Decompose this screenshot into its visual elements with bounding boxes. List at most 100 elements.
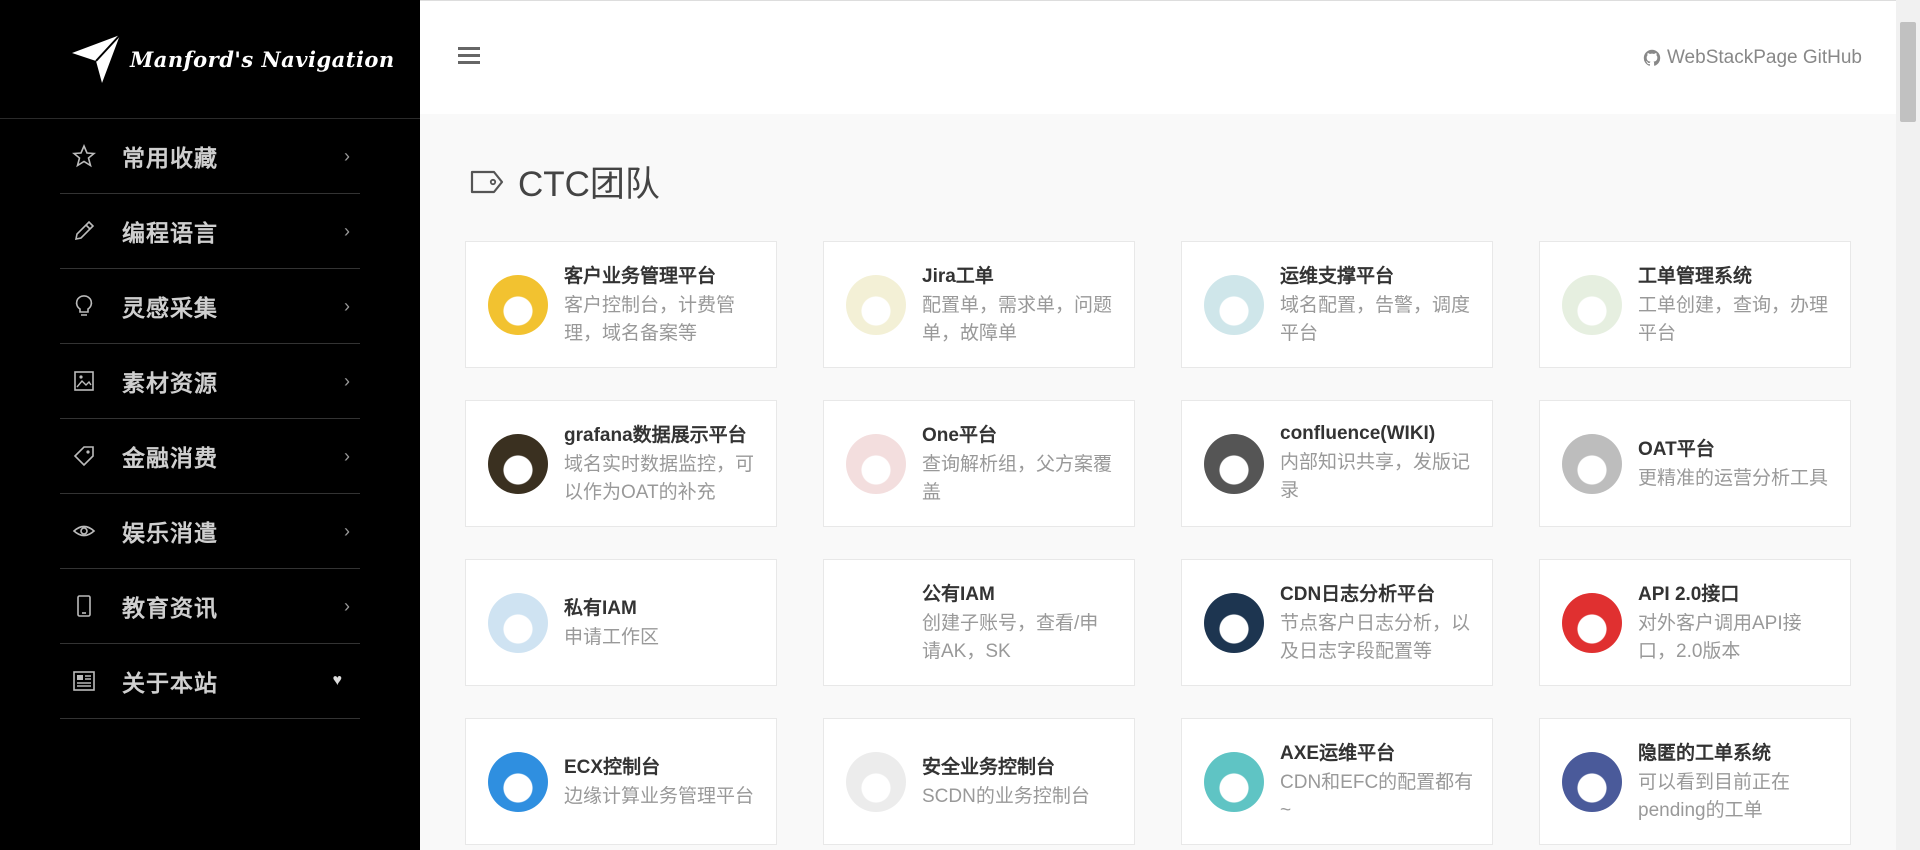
site-description: 对外客户调用API接口，2.0版本 xyxy=(1638,613,1802,662)
site-card[interactable]: 私有IAM 申请工作区 xyxy=(465,559,777,686)
site-avatar xyxy=(1204,592,1264,653)
chevron-right-icon: › xyxy=(344,145,350,166)
site-avatar xyxy=(1204,274,1264,335)
site-card[interactable]: 运维支撑平台域名配置，告警，调度平台 xyxy=(1181,241,1493,368)
top-header: WebStackPage GitHub xyxy=(420,0,1896,114)
sidebar-item-about[interactable]: 关于本站 ♥ xyxy=(60,644,360,719)
mobile-icon xyxy=(72,594,96,618)
github-link[interactable]: WebStackPage GitHub xyxy=(1643,47,1862,69)
site-description: 工单创建，查询，办理平台 xyxy=(1638,295,1829,344)
site-card[interactable]: 隐匿的工单系统 可以看到目前正在pending的工单 xyxy=(1539,718,1851,845)
site-card[interactable]: CDN日志分析平台 节点客户日志分析，以及日志字段配置等 xyxy=(1181,559,1493,686)
site-avatar xyxy=(1562,751,1622,812)
site-title: 工单管理系统 xyxy=(1638,266,1753,287)
sidebar-menu: 常用收藏 › 编程语言 › 灵感采集 › 素材资源 › 金融消费 › 娱乐消遣 … xyxy=(60,119,360,719)
site-card[interactable]: 工单管理系统工单创建，查询，办理平台 xyxy=(1539,241,1851,368)
logo-text: Manford's Navigation xyxy=(130,46,395,72)
sidebar-item-label: 素材资源 xyxy=(122,370,218,396)
site-title: 私有IAM xyxy=(564,598,637,619)
sidebar-item-favorites[interactable]: 常用收藏 › xyxy=(60,119,360,194)
tag-icon xyxy=(470,170,504,193)
site-description: 内部知识共享，发版记录 xyxy=(1280,451,1471,501)
site-avatar xyxy=(1204,433,1264,494)
site-description: 更精准的运营分析工具 xyxy=(1638,468,1829,489)
site-title: grafana数据展示平台 xyxy=(564,425,747,446)
site-card[interactable]: 安全业务控制台 SCDN的业务控制台 xyxy=(823,718,1135,845)
site-description: CDN和EFC的配置都有~ xyxy=(1280,772,1474,821)
site-description: 边缘计算业务管理平台 xyxy=(564,786,755,807)
site-card[interactable]: API 2.0接口对外客户调用API接口，2.0版本 xyxy=(1539,559,1851,686)
site-card[interactable]: ECX控制台边缘计算业务管理平台 xyxy=(465,718,777,845)
chevron-right-icon: › xyxy=(344,295,350,316)
site-card[interactable]: 客户业务管理平台客户控制台，计费管理，域名备案等 xyxy=(465,241,777,368)
hamburger-menu-icon[interactable] xyxy=(458,47,480,68)
logo[interactable]: Manford's Navigation xyxy=(0,0,420,119)
image-icon xyxy=(72,369,96,393)
chevron-right-icon: › xyxy=(344,595,350,616)
section-title: CTC团队 xyxy=(518,165,660,204)
site-description: 客户控制台，计费管理，域名备案等 xyxy=(564,295,736,344)
chevron-right-icon: › xyxy=(344,220,350,241)
chevron-right-icon: › xyxy=(344,445,350,466)
site-description: SCDN的业务控制台 xyxy=(922,786,1090,807)
lightbulb-icon xyxy=(72,294,96,318)
site-avatar xyxy=(846,274,906,335)
sidebar-item-education[interactable]: 教育资讯 › xyxy=(60,569,360,644)
site-title: OAT平台 xyxy=(1638,439,1715,460)
sidebar-item-label: 关于本站 xyxy=(122,670,218,696)
sidebar-item-label: 教育资讯 xyxy=(122,595,218,621)
chevron-right-icon: › xyxy=(344,520,350,541)
sidebar-item-label: 金融消费 xyxy=(122,445,218,471)
sidebar-item-inspiration[interactable]: 灵感采集 › xyxy=(60,269,360,344)
site-title: ECX控制台 xyxy=(564,757,661,778)
site-title: 安全业务控制台 xyxy=(922,757,1056,778)
site-title: 隐匿的工单系统 xyxy=(1638,743,1772,764)
site-avatar xyxy=(488,592,548,653)
site-card[interactable]: 公有IAM 创建子账号，查看/申请AK，SK xyxy=(823,559,1135,686)
site-title: One平台 xyxy=(922,425,997,446)
site-card[interactable]: One平台查询解析组，父方案覆盖 xyxy=(823,400,1135,527)
vertical-scrollbar[interactable] xyxy=(1896,0,1920,850)
sidebar-item-label: 娱乐消遣 xyxy=(122,520,218,546)
site-title: AXE运维平台 xyxy=(1280,743,1396,764)
newspaper-icon xyxy=(72,669,96,693)
sidebar-item-finance[interactable]: 金融消费 › xyxy=(60,419,360,494)
github-link-label: WebStackPage GitHub xyxy=(1666,47,1862,68)
sidebar-item-label: 灵感采集 xyxy=(122,295,218,321)
site-avatar xyxy=(1204,751,1264,812)
sidebar-item-resources[interactable]: 素材资源 › xyxy=(60,344,360,419)
site-avatar xyxy=(846,433,906,494)
sidebar-item-label: 编程语言 xyxy=(122,220,218,246)
main-content: CTC团队 客户业务管理平台客户控制台，计费管理，域名备案等 Jira工单 配置单… xyxy=(420,114,1896,850)
sidebar-item-programming[interactable]: 编程语言 › xyxy=(60,194,360,269)
scrollbar-thumb[interactable] xyxy=(1900,22,1916,122)
tag-icon xyxy=(72,444,96,468)
site-card[interactable]: grafana数据展示平台域名实时数据监控，可以作为OAT的补充 xyxy=(465,400,777,527)
site-title: 运维支撑平台 xyxy=(1280,266,1395,287)
site-avatar xyxy=(846,592,906,653)
site-title: 客户业务管理平台 xyxy=(564,266,717,287)
site-description: 创建子账号，查看/申请AK，SK xyxy=(922,613,1099,662)
site-title: API 2.0接口 xyxy=(1638,584,1740,605)
site-description: 查询解析组，父方案覆盖 xyxy=(922,454,1113,503)
heart-icon: ♥ xyxy=(332,672,343,689)
eye-icon xyxy=(72,519,96,543)
site-avatar xyxy=(488,751,548,812)
site-description: 节点客户日志分析，以及日志字段配置等 xyxy=(1280,613,1471,662)
sidebar-item-entertainment[interactable]: 娱乐消遣 › xyxy=(60,494,360,569)
star-icon xyxy=(72,144,96,168)
site-card[interactable]: confluence(WIKI) 内部知识共享，发版记录 xyxy=(1181,400,1493,527)
site-description: 申请工作区 xyxy=(564,627,660,648)
site-description: 域名实时数据监控，可以作为OAT的补充 xyxy=(564,454,755,503)
site-avatar xyxy=(488,433,548,494)
site-description: 域名配置，告警，调度平台 xyxy=(1280,295,1471,344)
site-avatar xyxy=(846,751,906,812)
card-grid: 客户业务管理平台客户控制台，计费管理，域名备案等 Jira工单 配置单，需求单，问… xyxy=(465,241,1851,845)
site-title: confluence(WIKI) xyxy=(1280,422,1436,444)
site-card[interactable]: OAT平台更精准的运营分析工具 xyxy=(1539,400,1851,527)
sidebar: Manford's Navigation 常用收藏 › 编程语言 › 灵感采集 … xyxy=(0,0,420,850)
site-card[interactable]: Jira工单 配置单，需求单，问题单，故障单 xyxy=(823,241,1135,368)
site-avatar xyxy=(1562,433,1622,494)
site-card[interactable]: AXE运维平台 CDN和EFC的配置都有~ xyxy=(1181,718,1493,845)
sidebar-item-label: 常用收藏 xyxy=(122,145,218,171)
